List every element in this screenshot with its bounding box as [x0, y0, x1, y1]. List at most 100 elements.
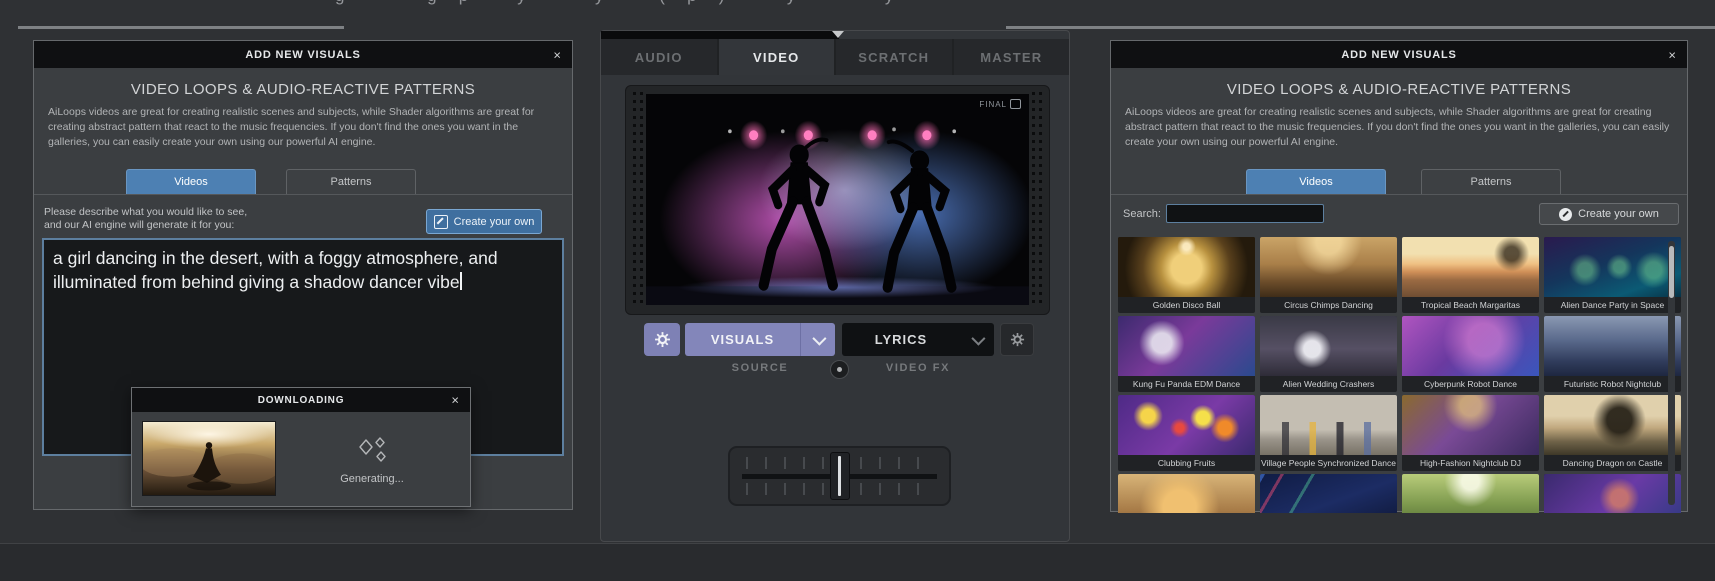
generating-zone: Generating... [282, 421, 462, 500]
gallery-item-label: Tropical Beach Margaritas [1402, 298, 1539, 313]
gallery-item-label: High-Fashion Nightclub DJ [1402, 456, 1539, 471]
gallery-item[interactable] [1544, 474, 1681, 513]
source-dropdown-value: VISUALS [685, 332, 800, 347]
gallery-item[interactable]: Circus Chimps Dancing [1260, 237, 1397, 313]
gallery-item[interactable]: High-Fashion Nightclub DJ [1402, 395, 1539, 471]
video-fx-settings-button[interactable] [1000, 323, 1034, 356]
gallery-item-label: Dancing Dragon on Castle [1544, 456, 1681, 471]
gallery-thumbnail [1544, 316, 1681, 376]
gallery-item[interactable]: Alien Wedding Crashers [1260, 316, 1397, 392]
deck-top-band [601, 31, 839, 39]
tab-divider [34, 194, 572, 195]
tab-divider [1111, 194, 1687, 195]
dialog-titlebar: ADD NEW VISUALS × [1111, 41, 1687, 68]
close-icon[interactable]: × [1668, 48, 1676, 61]
create-your-own-label: Create your own [454, 216, 535, 228]
gallery-item[interactable]: Tropical Beach Margaritas [1402, 237, 1539, 313]
gear-icon [654, 331, 671, 348]
gallery-thumbnail [1118, 474, 1255, 513]
tab-videos[interactable]: Videos [1246, 169, 1386, 194]
text-caret [460, 272, 462, 290]
watermark-icon [1010, 99, 1021, 109]
gallery-item[interactable]: Alien Dance Party in Space [1544, 237, 1681, 313]
dialog-title: ADD NEW VISUALS [245, 49, 360, 61]
gallery-grid: Golden Disco Ball Circus Chimps Dancing … [1118, 237, 1684, 513]
close-icon[interactable]: × [451, 394, 459, 407]
cropped-edge-left [18, 26, 344, 29]
gallery-item[interactable]: Futuristic Robot Nightclub [1544, 316, 1681, 392]
crossfader-handle[interactable] [830, 452, 850, 500]
watermark-text: FINAL [979, 100, 1007, 109]
video-preview-screen[interactable]: FINAL [646, 94, 1029, 305]
gallery-thumbnail [1402, 395, 1539, 455]
deck-tab-bar: AUDIO VIDEO SCRATCH MASTER [601, 39, 1069, 75]
tab-scratch[interactable]: SCRATCH [836, 39, 952, 75]
gallery-thumbnail [1260, 316, 1397, 376]
downloading-title: DOWNLOADING [258, 395, 345, 406]
prompt-hint-line1: Please describe what you would like to s… [44, 206, 247, 219]
create-your-own-button[interactable]: Create your own [426, 209, 542, 234]
filmstrip-right [1030, 92, 1044, 308]
tab-video[interactable]: VIDEO [719, 39, 835, 75]
gallery-thumbnail [1118, 237, 1255, 297]
pencil-icon [434, 215, 448, 229]
gallery-item[interactable]: Kung Fu Panda EDM Dance [1118, 316, 1255, 392]
gallery-item-label: Golden Disco Ball [1118, 298, 1255, 313]
gallery-thumbnail [1260, 474, 1397, 513]
dialog-heading: VIDEO LOOPS & AUDIO-REACTIVE PATTERNS [34, 81, 572, 98]
tab-patterns[interactable]: Patterns [1421, 169, 1561, 194]
gallery-scrollbar[interactable] [1668, 241, 1675, 505]
generating-status: Generating... [340, 473, 404, 485]
video-fx-caption: VIDEO FX [842, 362, 994, 374]
downloading-titlebar: DOWNLOADING × [132, 388, 470, 412]
search-input[interactable] [1166, 204, 1324, 223]
gallery-item-label: Cyberpunk Robot Dance [1402, 377, 1539, 392]
dialog-titlebar: ADD NEW VISUALS × [34, 41, 572, 68]
gallery-thumbnail [1402, 474, 1539, 513]
gallery-item[interactable]: Golden Disco Ball [1118, 237, 1255, 313]
tab-patterns[interactable]: Patterns [286, 169, 416, 194]
gallery-item-label: Alien Dance Party in Space [1544, 298, 1681, 313]
gallery-scrollbar-thumb[interactable] [1669, 246, 1674, 298]
tab-audio[interactable]: AUDIO [601, 39, 717, 75]
gallery-item-label: Kung Fu Panda EDM Dance [1118, 377, 1255, 392]
sparkles-icon [355, 436, 389, 466]
source-dropdown[interactable]: VISUALS [685, 323, 835, 356]
gallery-item-label: Alien Wedding Crashers [1260, 377, 1397, 392]
visuals-settings-button[interactable] [644, 323, 680, 356]
gallery-item[interactable]: Village People Synchronized Dance [1260, 395, 1397, 471]
add-new-visuals-dialog-right: ADD NEW VISUALS × VIDEO LOOPS & AUDIO-RE… [1110, 40, 1688, 512]
gallery-item[interactable]: Cyberpunk Robot Dance [1402, 316, 1539, 392]
gallery-thumbnail [1544, 395, 1681, 455]
gallery-item[interactable]: Clubbing Fruits [1118, 395, 1255, 471]
video-deck-panel: AUDIO VIDEO SCRATCH MASTER [600, 30, 1070, 542]
gallery-item-label: Village People Synchronized Dance [1260, 456, 1397, 471]
page-bottom-strip [0, 543, 1715, 581]
pencil-icon [1559, 208, 1572, 221]
gallery-item[interactable] [1118, 474, 1255, 513]
deck-center-marker [832, 31, 844, 38]
generated-video-thumbnail [142, 421, 276, 496]
video-fx-dropdown[interactable]: LYRICS [842, 323, 994, 356]
dialog-description: AiLoops videos are great for creating re… [48, 105, 558, 150]
crossfader[interactable] [728, 446, 951, 506]
create-your-own-label: Create your own [1578, 208, 1659, 220]
video-fx-dropdown-value: LYRICS [842, 332, 960, 347]
create-your-own-button[interactable]: Create your own [1539, 203, 1679, 225]
gallery-item-label: Clubbing Fruits [1118, 456, 1255, 471]
chevron-down-icon [960, 335, 994, 345]
gallery-item[interactable] [1260, 474, 1397, 513]
gallery-item[interactable] [1402, 474, 1539, 513]
downloading-dialog: DOWNLOADING × [131, 387, 471, 507]
filmstrip-left [631, 92, 645, 308]
tab-master[interactable]: MASTER [954, 39, 1070, 75]
gallery-item-label: Circus Chimps Dancing [1260, 298, 1397, 313]
chevron-down-icon [800, 323, 835, 356]
gallery-item[interactable]: Dancing Dragon on Castle [1544, 395, 1681, 471]
gallery-thumbnail [1260, 395, 1397, 455]
gallery-thumbnail [1544, 474, 1681, 513]
stock-watermark: FINAL [979, 99, 1021, 109]
tab-videos[interactable]: Videos [126, 169, 256, 194]
close-icon[interactable]: × [553, 48, 561, 61]
dialog-title: ADD NEW VISUALS [1341, 49, 1456, 61]
